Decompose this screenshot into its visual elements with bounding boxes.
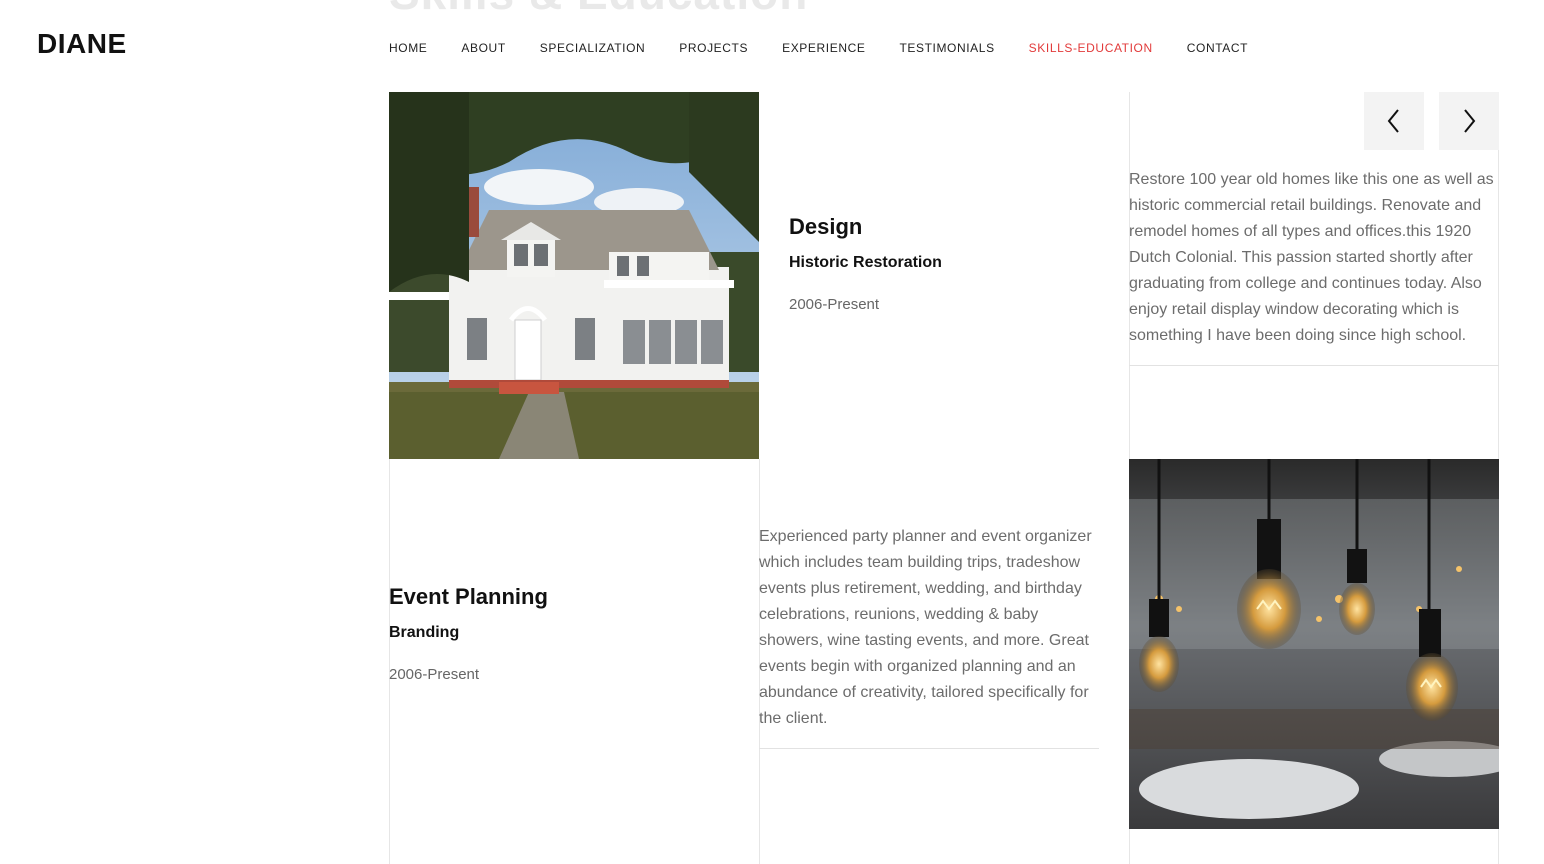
nav-about[interactable]: ABOUT: [461, 41, 505, 55]
card-description: Experienced party planner and event orga…: [759, 528, 1092, 727]
event-bulbs-photo: [1129, 459, 1499, 829]
site-logo[interactable]: DIANE: [37, 28, 127, 60]
nav-skills-education[interactable]: SKILLS-EDUCATION: [1029, 41, 1153, 55]
grid-divider: [1498, 829, 1499, 864]
card-date: 2006-Present: [389, 666, 480, 683]
nav-contact[interactable]: CONTACT: [1187, 41, 1248, 55]
card-subtitle: Branding: [389, 624, 460, 641]
description-divider: [1129, 365, 1499, 366]
grid-divider: [389, 459, 390, 864]
card-title: Design: [789, 214, 863, 239]
nav-experience[interactable]: EXPERIENCE: [782, 41, 865, 55]
grid-divider: [1129, 829, 1130, 864]
card-date: 2006-Present: [789, 296, 880, 313]
section-heading: Skills & Education: [389, 0, 808, 20]
nav-specialization[interactable]: SPECIALIZATION: [540, 41, 646, 55]
description-divider: [759, 748, 1099, 749]
house-photo: [389, 92, 759, 459]
card-title: Event Planning: [389, 584, 548, 609]
card-subtitle: Historic Restoration: [789, 254, 942, 271]
nav-home[interactable]: HOME: [389, 41, 427, 55]
nav-projects[interactable]: PROJECTS: [679, 41, 748, 55]
main-nav: HOME ABOUT SPECIALIZATION PROJECTS EXPER…: [389, 41, 1248, 55]
slider-next-button[interactable]: [1439, 92, 1499, 150]
card-description: Restore 100 year old homes like this one…: [1129, 171, 1494, 344]
nav-testimonials[interactable]: TESTIMONIALS: [899, 41, 994, 55]
chevron-left-icon: [1387, 109, 1399, 133]
slider-prev-button[interactable]: [1364, 92, 1424, 150]
chevron-right-icon: [1464, 109, 1476, 133]
